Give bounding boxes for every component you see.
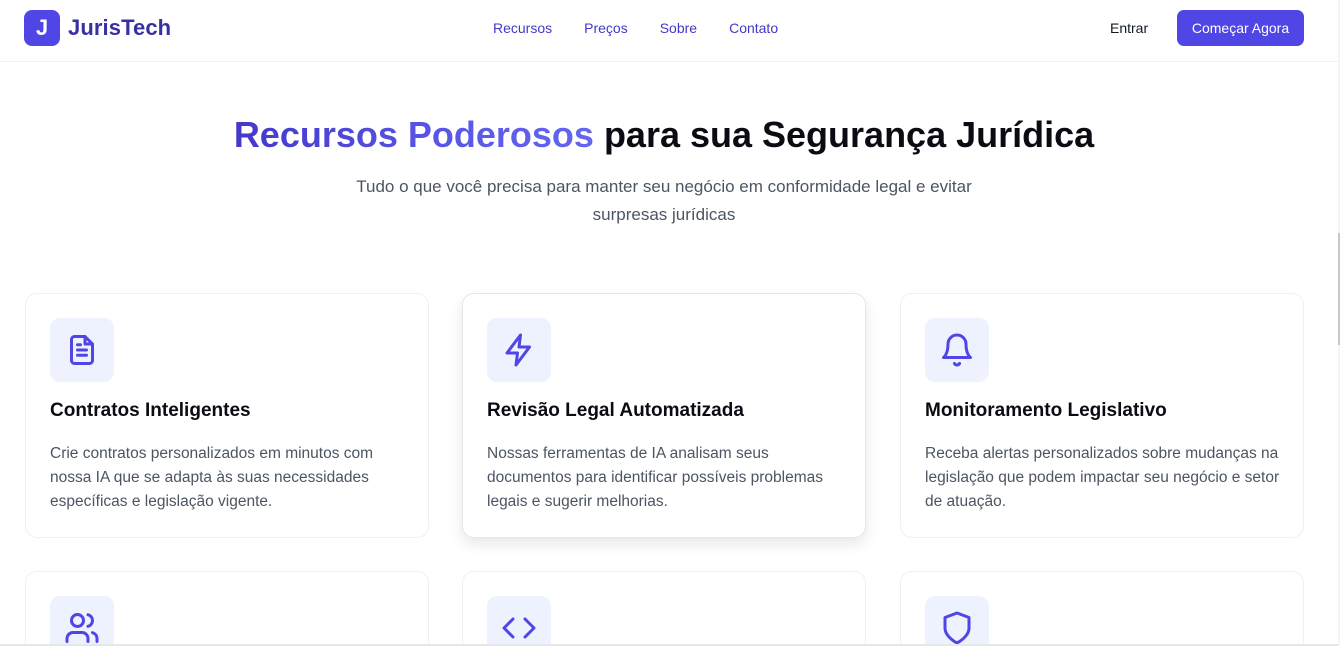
lightning-icon bbox=[487, 318, 551, 382]
code-icon bbox=[487, 596, 551, 646]
feature-title: Revisão Legal Automatizada bbox=[487, 400, 744, 421]
main-nav: Recursos Preços Sobre Contato bbox=[493, 20, 778, 36]
login-link[interactable]: Entrar bbox=[1110, 20, 1148, 36]
feature-title: Contratos Inteligentes bbox=[50, 400, 251, 421]
feature-card-4 bbox=[25, 571, 429, 646]
top-navbar: J JurisTech Recursos Preços Sobre Contat… bbox=[0, 0, 1338, 62]
nav-link-contato[interactable]: Contato bbox=[729, 20, 778, 36]
feature-card-monitoramento: Monitoramento Legislativo Receba alertas… bbox=[900, 293, 1304, 538]
users-icon bbox=[50, 596, 114, 646]
feature-card-5 bbox=[462, 571, 866, 646]
logo-mark-icon: J bbox=[24, 10, 60, 46]
bell-icon bbox=[925, 318, 989, 382]
feature-card-revisao: Revisão Legal Automatizada Nossas ferram… bbox=[462, 293, 866, 538]
section-title-rest: para sua Segurança Jurídica bbox=[593, 114, 1095, 155]
nav-link-sobre[interactable]: Sobre bbox=[660, 20, 697, 36]
nav-link-precos[interactable]: Preços bbox=[584, 20, 628, 36]
feature-card-6 bbox=[900, 571, 1304, 646]
brand-name: JurisTech bbox=[68, 15, 172, 40]
section-title: Recursos Poderosos para sua Segurança Ju… bbox=[0, 114, 1328, 156]
feature-description: Receba alertas personalizados sobre muda… bbox=[925, 445, 1280, 510]
nav-link-recursos[interactable]: Recursos bbox=[493, 20, 552, 36]
feature-card-contratos: Contratos Inteligentes Crie contratos pe… bbox=[25, 293, 429, 538]
feature-description: Nossas ferramentas de IA analisam seus d… bbox=[487, 445, 824, 510]
feature-description: Crie contratos personalizados em minutos… bbox=[50, 445, 374, 510]
section-subtitle: Tudo o que você precisa para manter seu … bbox=[356, 177, 972, 224]
shield-icon bbox=[925, 596, 989, 646]
get-started-button[interactable]: Começar Agora bbox=[1177, 10, 1304, 46]
document-icon bbox=[50, 318, 114, 382]
section-title-highlight: Recursos Poderosos bbox=[233, 114, 594, 155]
brand-logo[interactable]: J JurisTech bbox=[24, 10, 171, 46]
feature-title: Monitoramento Legislativo bbox=[925, 400, 1167, 421]
